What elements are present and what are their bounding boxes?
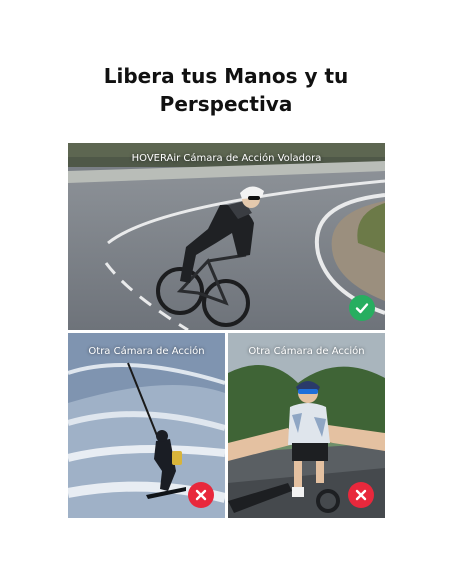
other-camera-photo-panel: Otra Cámara de Acción <box>228 333 385 518</box>
check-icon <box>355 303 369 314</box>
headline: Libera tus Manos y tu Perspectiva <box>0 62 452 118</box>
headline-line-2: Perspectiva <box>159 92 293 116</box>
status-badge <box>188 482 214 508</box>
status-badge <box>348 482 374 508</box>
panel-caption: Otra Cámara de Acción <box>88 346 205 357</box>
cyclist-road-photo <box>68 143 385 330</box>
hoverair-photo-panel: HOVERAir Cámara de Acción Voladora <box>68 143 385 330</box>
other-camera-photo-panel: Otra Cámara de Acción <box>68 333 225 518</box>
panel-caption: Otra Cámara de Acción <box>248 346 365 357</box>
status-badge <box>349 295 375 321</box>
close-icon <box>355 489 367 501</box>
close-icon <box>195 489 207 501</box>
panel-caption: HOVERAir Cámara de Acción Voladora <box>131 153 322 164</box>
headline-line-1: Libera tus Manos y tu <box>103 64 349 88</box>
